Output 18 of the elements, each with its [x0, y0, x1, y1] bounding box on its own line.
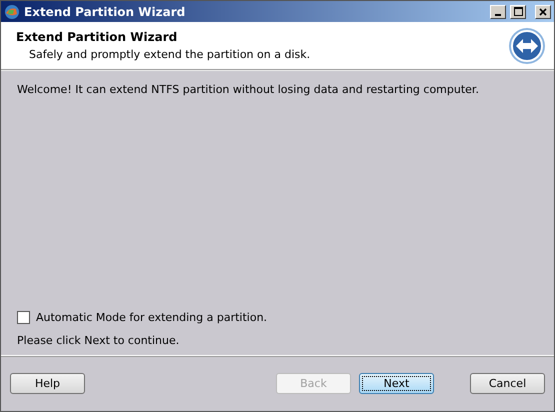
header-title: Extend Partition Wizard	[16, 30, 178, 44]
app-icon	[4, 4, 20, 20]
maximize-icon	[514, 7, 522, 16]
help-button[interactable]: Help	[10, 373, 85, 394]
window-title: Extend Partition Wizard	[24, 4, 186, 18]
minimize-icon	[495, 14, 501, 16]
close-icon	[539, 8, 547, 16]
cancel-button[interactable]: Cancel	[470, 373, 545, 394]
close-button[interactable]	[535, 4, 551, 18]
maximize-button[interactable]	[510, 4, 526, 18]
minimize-button[interactable]	[490, 4, 506, 18]
next-button[interactable]: Next	[359, 373, 434, 394]
double-arrow-icon	[508, 26, 546, 64]
welcome-text: Welcome! It can extend NTFS partition without losing data and restarting computer.	[17, 83, 480, 96]
header-subtitle: Safely and promptly extend the partition on a disk.	[28, 48, 312, 61]
hint-text: Please click Next to continue.	[17, 334, 180, 347]
auto-mode-label: Automatic Mode for extending a partition.	[36, 311, 268, 324]
auto-mode-checkbox[interactable]	[17, 311, 30, 324]
